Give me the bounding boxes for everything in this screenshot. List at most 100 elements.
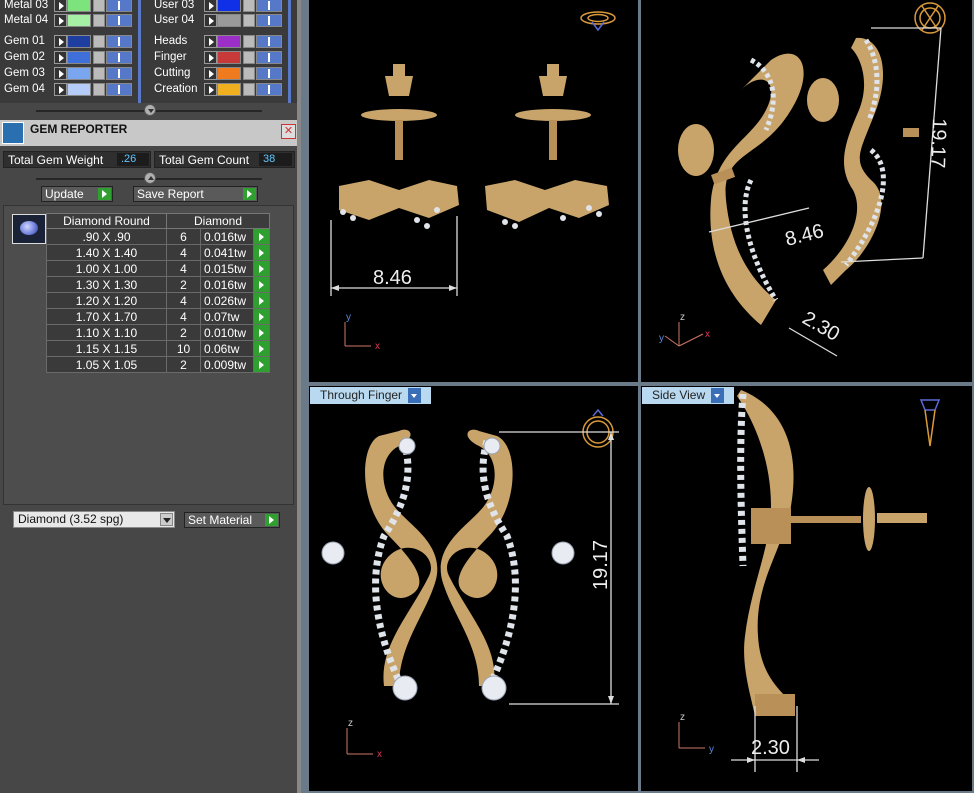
lock-icon[interactable] xyxy=(93,51,105,64)
lock-icon[interactable] xyxy=(93,14,105,27)
layer-row[interactable]: Gem 03 xyxy=(0,66,140,81)
layer-play-icon[interactable] xyxy=(54,0,67,12)
visibility-toggle[interactable] xyxy=(106,51,132,64)
layer-color-swatch[interactable] xyxy=(217,35,241,48)
layer-row[interactable]: Creation xyxy=(150,82,290,97)
dimension-label-height: 19.17 xyxy=(926,118,950,169)
visibility-toggle[interactable] xyxy=(256,14,282,27)
layer-row[interactable]: Heads xyxy=(150,34,290,49)
save-report-button[interactable]: Save Report xyxy=(133,186,258,202)
chevron-down-icon[interactable] xyxy=(408,388,422,404)
visibility-toggle[interactable] xyxy=(256,83,282,96)
layer-play-icon[interactable] xyxy=(54,67,67,80)
layer-play-icon[interactable] xyxy=(204,83,217,96)
layer-color-swatch[interactable] xyxy=(217,14,241,27)
table-row[interactable]: 1.70 X 1.70 4 0.07tw xyxy=(46,308,270,325)
layer-row[interactable]: Finger xyxy=(150,50,290,65)
layer-play-icon[interactable] xyxy=(204,0,217,12)
material-select[interactable]: Diamond (3.52 spg) xyxy=(13,511,175,528)
lock-icon[interactable] xyxy=(93,83,105,96)
visibility-toggle[interactable] xyxy=(106,0,132,12)
layer-color-swatch[interactable] xyxy=(217,83,241,96)
layer-row[interactable]: User 03 xyxy=(150,0,290,13)
lock-icon[interactable] xyxy=(93,67,105,80)
update-button[interactable]: Update xyxy=(41,186,113,202)
layer-play-icon[interactable] xyxy=(54,51,67,64)
layer-name: Gem 04 xyxy=(4,83,45,95)
layer-play-icon[interactable] xyxy=(204,14,217,27)
table-row[interactable]: 1.20 X 1.20 4 0.026tw xyxy=(46,292,270,309)
layer-row[interactable]: Metal 03 xyxy=(0,0,140,13)
layer-color-swatch[interactable] xyxy=(67,83,91,96)
select-gems-button[interactable] xyxy=(253,292,270,309)
table-row[interactable]: 1.30 X 1.30 2 0.016tw xyxy=(46,276,270,293)
lock-icon[interactable] xyxy=(93,35,105,48)
table-row[interactable]: 1.10 X 1.10 2 0.010tw xyxy=(46,324,270,341)
layer-play-icon[interactable] xyxy=(54,83,67,96)
viewport-view-selector[interactable]: Side View xyxy=(642,387,735,404)
select-gems-button[interactable] xyxy=(253,308,270,325)
layer-row[interactable]: Gem 01 xyxy=(0,34,140,49)
visibility-toggle[interactable] xyxy=(106,14,132,27)
layer-row[interactable]: Cutting xyxy=(150,66,290,81)
select-gems-button[interactable] xyxy=(253,260,270,277)
visibility-toggle[interactable] xyxy=(256,35,282,48)
lock-icon[interactable] xyxy=(243,0,255,12)
viewport-through-finger[interactable]: 19.17 z x Through Finger xyxy=(309,386,638,791)
viewport-side-view[interactable]: 2.30 z y Side View xyxy=(641,386,972,791)
lock-icon[interactable] xyxy=(243,35,255,48)
layer-color-swatch[interactable] xyxy=(67,0,91,12)
visibility-toggle[interactable] xyxy=(106,67,132,80)
visibility-toggle[interactable] xyxy=(256,67,282,80)
gem-size-cell: 1.20 X 1.20 xyxy=(46,292,167,309)
table-row[interactable]: 1.15 X 1.15 10 0.06tw xyxy=(46,340,270,357)
visibility-toggle[interactable] xyxy=(256,0,282,12)
select-gems-button[interactable] xyxy=(253,276,270,293)
set-material-button[interactable]: Set Material xyxy=(184,512,280,528)
layer-play-icon[interactable] xyxy=(204,67,217,80)
select-gems-button[interactable] xyxy=(253,244,270,261)
chevron-down-icon[interactable] xyxy=(711,388,725,404)
visibility-toggle[interactable] xyxy=(256,51,282,64)
table-row[interactable]: .90 X .90 6 0.016tw xyxy=(46,228,270,245)
lock-icon[interactable] xyxy=(243,51,255,64)
collapse-summary-button[interactable] xyxy=(144,172,156,184)
close-icon[interactable]: ✕ xyxy=(281,124,296,139)
viewport-view-selector[interactable]: Through Finger xyxy=(310,387,432,404)
select-gems-button[interactable] xyxy=(253,340,270,357)
collapse-layers-button[interactable] xyxy=(144,104,156,116)
play-icon xyxy=(265,514,278,526)
earring-left-model xyxy=(339,64,459,229)
layer-color-swatch[interactable] xyxy=(67,51,91,64)
chevron-down-icon[interactable] xyxy=(160,513,173,526)
layer-row[interactable]: Gem 04 xyxy=(0,82,140,97)
layer-row[interactable]: User 04 xyxy=(150,13,290,28)
select-gems-button[interactable] xyxy=(253,324,270,341)
layer-play-icon[interactable] xyxy=(54,35,67,48)
lock-icon[interactable] xyxy=(243,14,255,27)
visibility-toggle[interactable] xyxy=(106,35,132,48)
layer-play-icon[interactable] xyxy=(204,35,217,48)
viewport-perspective[interactable]: 19.17 8.46 2.30 z x y xyxy=(641,0,972,382)
layer-color-swatch[interactable] xyxy=(67,35,91,48)
layer-row[interactable]: Metal 04 xyxy=(0,13,140,28)
layer-color-swatch[interactable] xyxy=(217,51,241,64)
layer-play-icon[interactable] xyxy=(204,51,217,64)
layer-color-swatch[interactable] xyxy=(67,14,91,27)
viewport-front[interactable]: 8.46 y x xyxy=(309,0,638,382)
layer-color-swatch[interactable] xyxy=(67,67,91,80)
layer-row[interactable]: Gem 02 xyxy=(0,50,140,65)
select-gems-button[interactable] xyxy=(253,356,270,373)
table-row[interactable]: 1.05 X 1.05 2 0.009tw xyxy=(46,356,270,373)
select-gems-button[interactable] xyxy=(253,228,270,245)
layer-color-swatch[interactable] xyxy=(217,0,241,12)
lock-icon[interactable] xyxy=(93,0,105,12)
table-row[interactable]: 1.40 X 1.40 4 0.041tw xyxy=(46,244,270,261)
lock-icon[interactable] xyxy=(243,67,255,80)
visibility-toggle[interactable] xyxy=(106,83,132,96)
table-row[interactable]: 1.00 X 1.00 4 0.015tw xyxy=(46,260,270,277)
gem-weight-cell: 0.026tw xyxy=(200,292,254,309)
layer-color-swatch[interactable] xyxy=(217,67,241,80)
layer-play-icon[interactable] xyxy=(54,14,67,27)
lock-icon[interactable] xyxy=(243,83,255,96)
